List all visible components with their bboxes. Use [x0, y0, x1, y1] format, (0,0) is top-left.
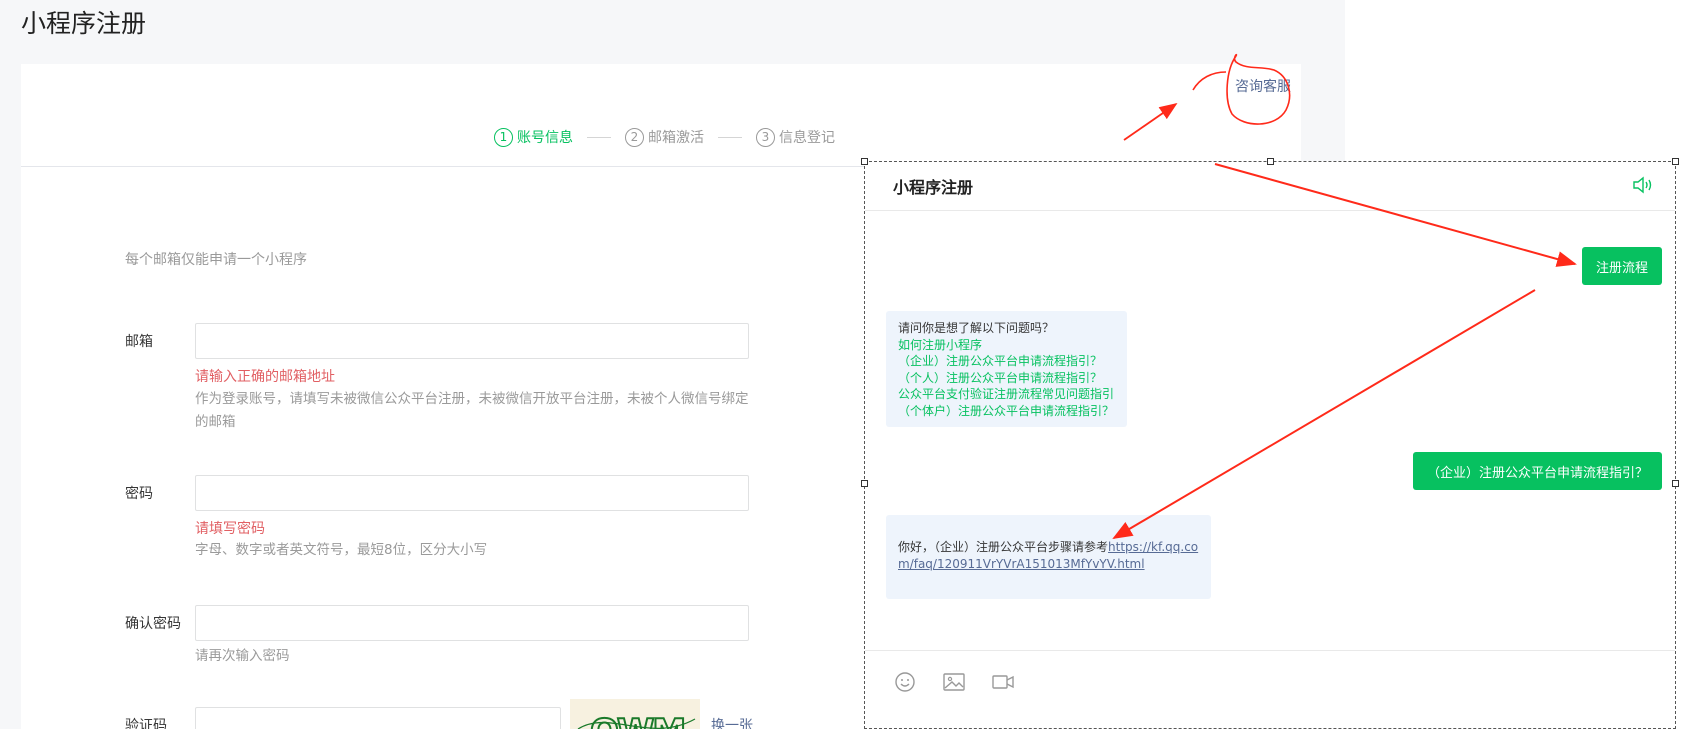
step-account-info: 1 账号信息 — [494, 127, 573, 147]
suggested-question[interactable]: （企业）注册公众平台申请流程指引？ — [898, 353, 1115, 370]
email-label: 邮箱 — [125, 334, 153, 350]
step-email-activation: 2 邮箱激活 — [625, 127, 704, 147]
chat-title: 小程序注册 — [893, 178, 974, 197]
resize-handle[interactable] — [861, 480, 868, 487]
suggested-question[interactable]: （个人）注册公众平台申请流程指引？ — [898, 370, 1115, 387]
suggested-question[interactable]: （个体户）注册公众平台申请流程指引？ — [898, 403, 1115, 420]
confirm-password-field[interactable] — [195, 605, 749, 641]
customer-service-chat-window: 小程序注册 注册流程 请问你是想了解以下问题吗？ 如何注册小程序 （企业）注册公… — [861, 158, 1679, 729]
step-number: 2 — [625, 127, 644, 147]
step-number: 1 — [494, 127, 513, 147]
confirm-password-label: 确认密码 — [125, 616, 181, 632]
password-label: 密码 — [125, 486, 153, 502]
bot-reply-text: 你好，（企业）注册公众平台步骤请参考 — [898, 540, 1109, 554]
chat-header: 小程序注册 — [865, 162, 1675, 211]
page-title: 小程序注册 — [21, 9, 147, 38]
step-indicator: 1 账号信息 2 邮箱激活 3 信息登记 — [494, 127, 835, 147]
form-tip: 每个邮箱仅能申请一个小程序 — [125, 252, 307, 268]
step-label: 邮箱激活 — [648, 130, 704, 146]
bot-message-reply-link: 你好，（企业）注册公众平台步骤请参考https://kf.qq.com/faq/… — [886, 515, 1211, 599]
video-icon[interactable] — [991, 671, 1015, 693]
resize-handle[interactable] — [1672, 480, 1679, 487]
speaker-icon[interactable] — [1631, 174, 1655, 196]
bot-message-question-list: 请问你是想了解以下问题吗？ 如何注册小程序 （企业）注册公众平台申请流程指引？ … — [886, 311, 1127, 427]
captcha-label: 验证码 — [125, 718, 167, 729]
confirm-password-hint: 请再次输入密码 — [195, 648, 290, 664]
image-icon[interactable] — [942, 671, 966, 693]
step-divider — [587, 136, 611, 138]
bot-intro-text: 请问你是想了解以下问题吗？ — [898, 321, 1055, 335]
password-field[interactable] — [195, 475, 749, 511]
suggested-question[interactable]: 公众平台支付验证注册流程常见问题指引 — [898, 386, 1115, 403]
email-hint: 作为登录账号，请填写未被微信公众平台注册，未被微信开放平台注册，未被个人微信号绑… — [195, 391, 749, 430]
emoji-icon[interactable] — [893, 671, 917, 693]
step-info-registration: 3 信息登记 — [756, 127, 835, 147]
step-label: 账号信息 — [517, 130, 573, 146]
user-message-enterprise-question: （企业）注册公众平台申请流程指引？ — [1412, 452, 1662, 490]
suggested-question[interactable]: 如何注册小程序 — [898, 337, 1115, 354]
captcha-image[interactable]: QWM — [570, 699, 700, 729]
customer-service-link[interactable]: 咨询客服 — [1235, 76, 1291, 96]
step-number: 3 — [756, 127, 775, 147]
captcha-field[interactable] — [195, 707, 561, 729]
email-error: 请输入正确的邮箱地址 — [195, 369, 335, 385]
suggested-question-list: 如何注册小程序 （企业）注册公众平台申请流程指引？ （个人）注册公众平台申请流程… — [898, 337, 1115, 420]
card-header: 咨询客服 1 账号信息 2 邮箱激活 3 信息登记 — [21, 64, 1301, 167]
email-field[interactable] — [195, 323, 749, 359]
user-message-registration-flow: 注册流程 — [1581, 247, 1662, 285]
captcha-refresh-link[interactable]: 换一张 — [711, 715, 753, 729]
step-divider — [718, 136, 742, 138]
password-error: 请填写密码 — [195, 521, 265, 537]
step-label: 信息登记 — [779, 130, 835, 146]
chat-toolbar — [865, 650, 1675, 729]
password-hint: 字母、数字或者英文符号，最短8位，区分大小写 — [195, 542, 488, 558]
